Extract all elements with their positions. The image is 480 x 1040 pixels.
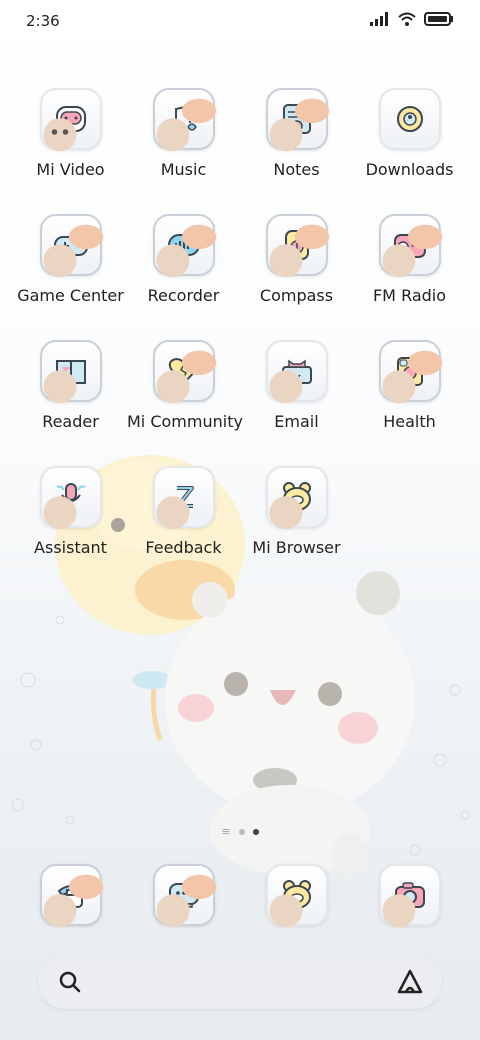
bear-sticker-icon — [43, 370, 76, 404]
bear-sticker-icon — [156, 496, 189, 530]
dock-phone[interactable] — [14, 864, 127, 928]
app-label: Music — [160, 160, 207, 179]
page-list-icon: ≡ — [221, 825, 231, 838]
bear-sticker-icon — [43, 118, 76, 152]
app-mi-browser[interactable]: Mi Browser — [240, 466, 353, 557]
app-email[interactable]: Email — [240, 340, 353, 431]
app-label: Feedback — [145, 538, 222, 557]
app-label: Downloads — [365, 160, 454, 179]
status-time: 2:36 — [26, 12, 60, 30]
page-indicator[interactable]: ≡ — [0, 825, 480, 838]
app-label: Email — [274, 412, 319, 431]
app-label: Mi Browser — [252, 538, 341, 557]
app-notes[interactable]: Notes — [240, 88, 353, 179]
app-feedback[interactable]: Feedback — [127, 466, 240, 557]
bear-sticker-icon — [382, 244, 415, 278]
assistant-triangle-icon[interactable] — [396, 968, 424, 996]
bear-sticker-icon — [156, 370, 189, 404]
status-bar: 2:36 — [0, 0, 480, 42]
wifi-icon — [398, 12, 416, 26]
app-mi-community[interactable]: Mi Community — [127, 340, 243, 431]
bear-sticker-icon — [43, 496, 76, 530]
app-assistant[interactable]: Assistant — [14, 466, 127, 557]
app-label: FM Radio — [372, 286, 447, 305]
app-downloads[interactable]: Downloads — [353, 88, 466, 179]
bear-sticker-icon — [156, 118, 189, 152]
page-dot — [238, 829, 245, 835]
search-icon[interactable] — [58, 970, 82, 994]
app-label: Assistant — [34, 538, 107, 557]
bear-sticker-icon — [156, 894, 189, 928]
app-label: Mi Community — [127, 412, 243, 431]
app-label: Reader — [42, 412, 99, 431]
dock-browser[interactable] — [240, 864, 353, 928]
app-health[interactable]: Health — [353, 340, 466, 431]
app-music[interactable]: Music — [127, 88, 240, 179]
bear-sticker-icon — [269, 894, 302, 928]
app-mi-video[interactable]: Mi Video — [14, 88, 127, 179]
bear-sticker-icon — [269, 118, 302, 152]
battery-icon — [424, 12, 453, 26]
app-label: Health — [383, 412, 436, 431]
app-label: Mi Video — [36, 160, 105, 179]
bear-sticker-icon — [269, 244, 302, 278]
dock-messages[interactable] — [127, 864, 240, 928]
search-bar[interactable] — [38, 955, 442, 1009]
app-reader[interactable]: Reader — [14, 340, 127, 431]
app-compass[interactable]: Compass — [240, 214, 353, 305]
app-fm-radio[interactable]: FM Radio — [353, 214, 466, 305]
page-dot-active — [252, 829, 259, 835]
bear-sticker-icon — [43, 894, 76, 928]
app-game-center[interactable]: Game Center — [14, 214, 127, 305]
app-label: Notes — [273, 160, 320, 179]
bear-sticker-icon — [269, 496, 302, 530]
app-label: Game Center — [17, 286, 124, 305]
bear-sticker-icon — [382, 894, 415, 928]
dock-camera[interactable] — [353, 864, 466, 928]
signal-icon — [370, 12, 388, 26]
download-flower-icon — [396, 106, 423, 132]
app-label: Recorder — [147, 286, 220, 305]
app-recorder[interactable]: Recorder — [127, 214, 240, 305]
app-label: Compass — [259, 286, 334, 305]
bear-sticker-icon — [382, 370, 415, 404]
bear-sticker-icon — [43, 244, 76, 278]
bear-sticker-icon — [156, 244, 189, 278]
bear-sticker-icon — [269, 370, 302, 404]
